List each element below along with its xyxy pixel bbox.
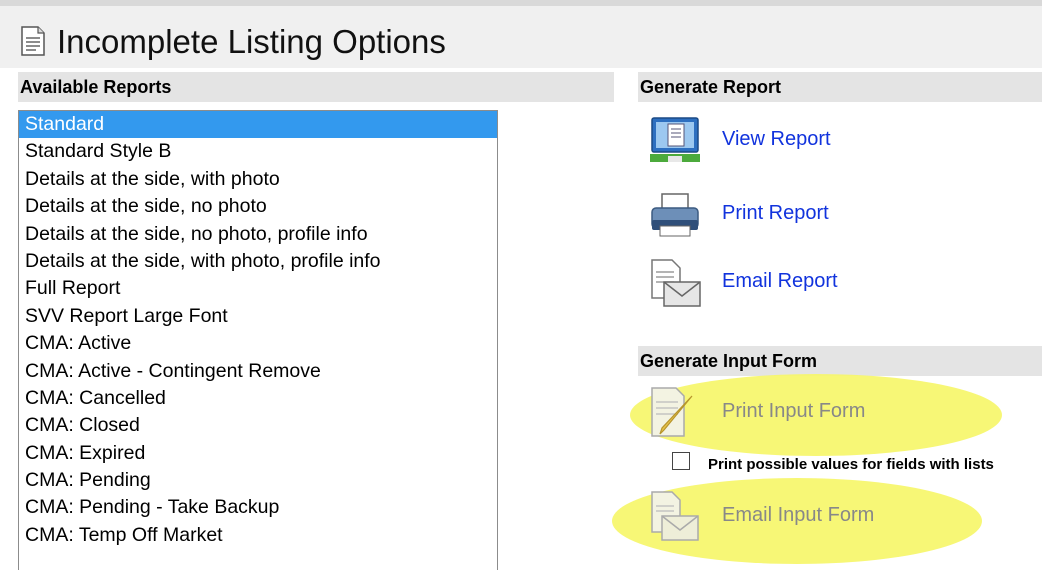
edit-form-icon bbox=[651, 387, 693, 437]
generate-report-header: Generate Report bbox=[638, 72, 1042, 102]
email-form-icon bbox=[651, 491, 699, 541]
report-list-item[interactable]: CMA: Temp Off Market bbox=[19, 522, 497, 549]
print-values-label: Print possible values for fields with li… bbox=[708, 456, 994, 473]
report-list-item[interactable]: CMA: Expired bbox=[19, 440, 497, 467]
document-icon bbox=[21, 26, 45, 56]
report-list-item[interactable]: Details at the side, with photo, profile… bbox=[19, 248, 497, 275]
view-report-button[interactable]: View Report bbox=[648, 116, 1028, 166]
reports-listbox[interactable]: Standard Standard Style B Details at the s… bbox=[18, 110, 498, 570]
print-input-form-link[interactable]: Print Input Form bbox=[722, 400, 865, 423]
report-list-item[interactable]: CMA: Pending - Take Backup bbox=[19, 494, 497, 521]
report-list-item[interactable]: CMA: Pending bbox=[19, 467, 497, 494]
report-list-item[interactable]: CMA: Active bbox=[19, 330, 497, 357]
report-list-item[interactable]: Standard bbox=[19, 111, 497, 139]
page-title: Incomplete Listing Options bbox=[57, 23, 446, 60]
email-report-button[interactable]: Email Report bbox=[648, 258, 1028, 308]
email-report-icon bbox=[651, 259, 701, 307]
email-input-form-button[interactable]: Email Input Form bbox=[648, 490, 1008, 544]
monitor-report-icon bbox=[650, 117, 700, 162]
available-reports-header: Available Reports bbox=[18, 72, 614, 102]
report-list-item[interactable]: CMA: Closed bbox=[19, 412, 497, 439]
report-list-item[interactable]: Details at the side, with photo bbox=[19, 166, 497, 193]
print-report-link[interactable]: Print Report bbox=[722, 202, 829, 225]
generate-input-form-header: Generate Input Form bbox=[638, 346, 1042, 376]
printer-icon bbox=[651, 193, 699, 237]
email-report-link[interactable]: Email Report bbox=[722, 270, 838, 293]
report-list-item[interactable]: SVV Report Large Font bbox=[19, 303, 497, 330]
view-report-link[interactable]: View Report bbox=[722, 128, 831, 151]
print-values-checkbox[interactable] bbox=[672, 452, 690, 470]
report-list-item[interactable]: CMA: Cancelled bbox=[19, 385, 497, 412]
report-list-item[interactable]: Full Report bbox=[19, 275, 497, 302]
report-list-item[interactable]: Standard Style B bbox=[19, 138, 497, 165]
report-list-item[interactable]: Details at the side, no photo, profile i… bbox=[19, 221, 497, 248]
print-report-button[interactable]: Print Report bbox=[648, 190, 1028, 240]
report-list-item[interactable]: CMA: Active - Contingent Remove bbox=[19, 358, 497, 385]
print-input-form-button[interactable]: Print Input Form bbox=[648, 386, 1008, 440]
title-bar: Incomplete Listing Options bbox=[0, 0, 1042, 68]
report-list-item[interactable]: Details at the side, no photo bbox=[19, 193, 497, 220]
email-input-form-link[interactable]: Email Input Form bbox=[722, 504, 874, 527]
